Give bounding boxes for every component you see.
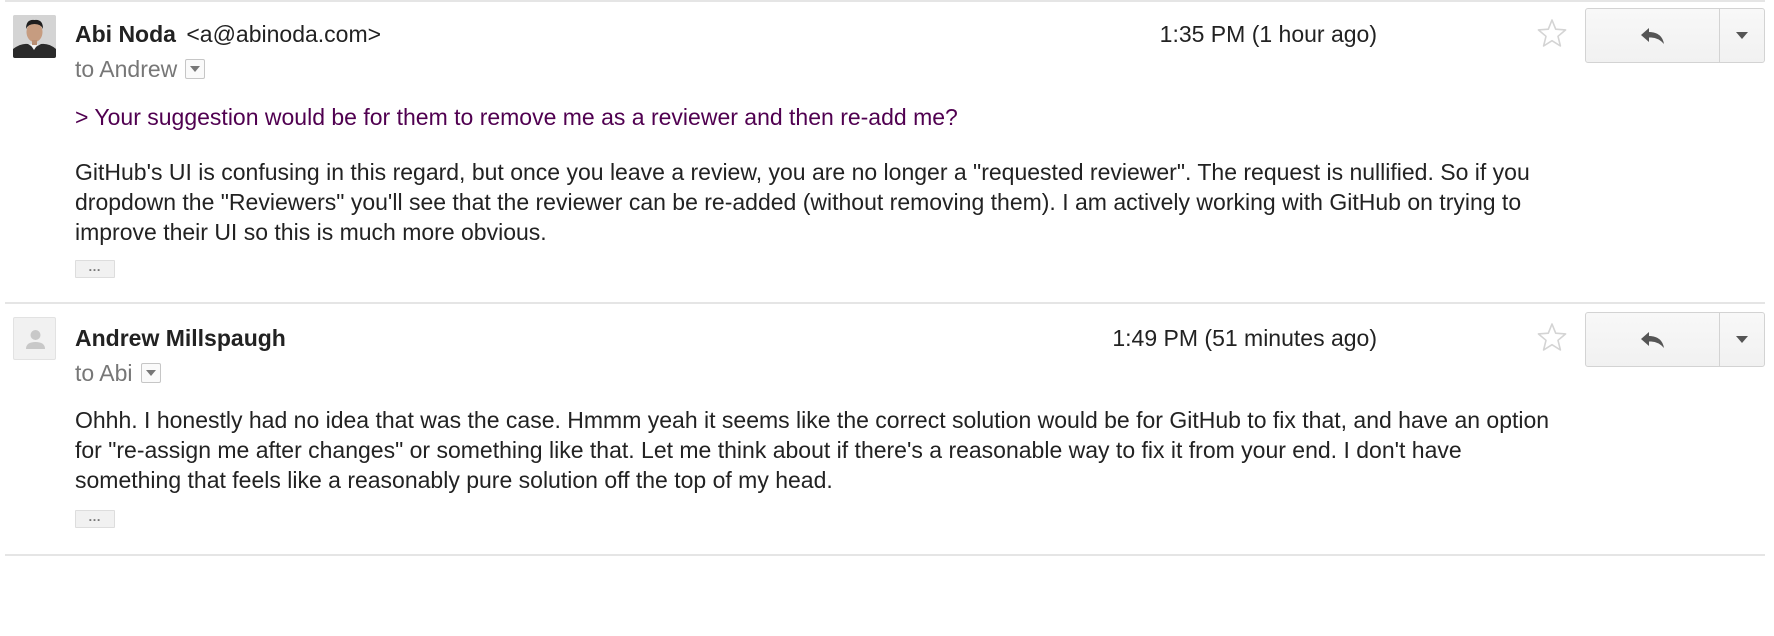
more-options-button[interactable] <box>1720 313 1764 366</box>
reply-button[interactable] <box>1586 9 1720 62</box>
show-details-button[interactable] <box>140 362 161 383</box>
default-person-icon <box>26 330 45 349</box>
sender-line: Andrew Millspaugh <box>75 323 286 353</box>
caret-down-icon <box>145 369 156 376</box>
show-trimmed-content-button[interactable]: … <box>75 260 115 278</box>
star-button[interactable] <box>1536 321 1568 353</box>
body-line: Ohhh. I honestly had no idea that was th… <box>75 407 1550 433</box>
email-message: Abi Noda <a@abinoda.com> to Andrew 1:35 … <box>0 0 1774 302</box>
sender-line: Abi Noda <a@abinoda.com> <box>75 19 381 49</box>
reply-button-group <box>1585 312 1765 367</box>
star-icon <box>1537 19 1567 47</box>
chevron-down-icon <box>1736 32 1748 39</box>
show-details-button[interactable] <box>185 58 206 79</box>
sender-avatar[interactable] <box>13 317 56 360</box>
recipient-line: to Abi <box>75 358 161 388</box>
quoted-text: > Your suggestion would be for them to r… <box>75 104 958 130</box>
star-button[interactable] <box>1536 17 1568 49</box>
show-trimmed-content-button[interactable]: … <box>75 510 115 528</box>
chevron-down-icon <box>1736 336 1748 343</box>
ellipsis-icon: … <box>88 508 102 524</box>
more-options-button[interactable] <box>1720 9 1764 62</box>
sender-name[interactable]: Abi Noda <box>75 21 176 47</box>
sender-email: <a@abinoda.com> <box>186 21 382 47</box>
star-icon <box>1537 323 1567 351</box>
message-body: Ohhh. I honestly had no idea that was th… <box>75 405 1755 495</box>
body-line: for "re-assign me after changes" or some… <box>75 437 1462 463</box>
email-message: Andrew Millspaugh to Abi 1:49 PM (51 min… <box>0 304 1774 554</box>
body-line: improve their UI so this is much more ob… <box>75 219 547 245</box>
body-line: something that feels like a reasonably p… <box>75 467 833 493</box>
message-timestamp: 1:49 PM (51 minutes ago) <box>1112 325 1377 351</box>
recipient-label: to Andrew <box>75 56 178 82</box>
message-timestamp: 1:35 PM (1 hour ago) <box>1159 21 1377 47</box>
sender-name[interactable]: Andrew Millspaugh <box>75 325 286 351</box>
body-line: dropdown the "Reviewers" you'll see that… <box>75 189 1522 215</box>
reply-button-group <box>1585 8 1765 63</box>
reply-button[interactable] <box>1586 313 1720 366</box>
recipient-line: to Andrew <box>75 54 206 84</box>
recipient-label: to Abi <box>75 360 133 386</box>
sender-avatar[interactable] <box>13 15 56 58</box>
reply-icon <box>1640 27 1664 44</box>
message-divider <box>5 554 1765 556</box>
reply-icon <box>1640 331 1664 348</box>
profile-photo-icon <box>13 15 56 58</box>
message-body: GitHub's UI is confusing in this regard,… <box>75 157 1755 247</box>
caret-down-icon <box>190 65 201 72</box>
ellipsis-icon: … <box>88 258 102 274</box>
body-line: GitHub's UI is confusing in this regard,… <box>75 159 1530 185</box>
